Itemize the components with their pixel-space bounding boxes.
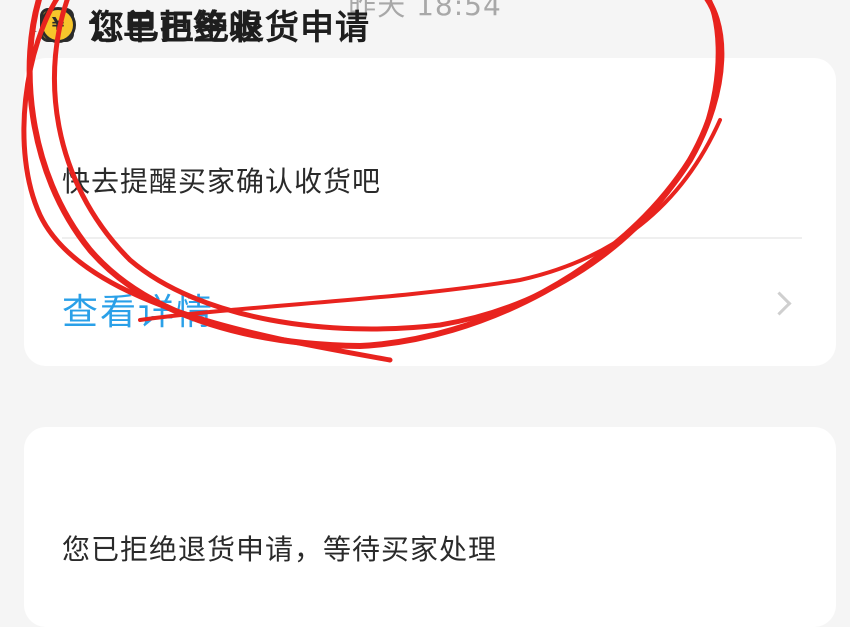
- card-title-row: ¥ 您已拒绝退货申请: [31, 0, 370, 49]
- card-subtitle: 快去提醒买家确认收货吧: [62, 165, 382, 198]
- card-divider: [62, 237, 802, 239]
- view-details-link[interactable]: 查看详情: [62, 283, 214, 335]
- notification-card-return-rejected[interactable]: [24, 427, 836, 627]
- card-subtitle: 您已拒绝退货申请，等待买家处理: [62, 533, 498, 566]
- card-title: 您已拒绝退货申请: [90, 8, 370, 48]
- refund-yuan-icon: ¥: [31, 6, 76, 43]
